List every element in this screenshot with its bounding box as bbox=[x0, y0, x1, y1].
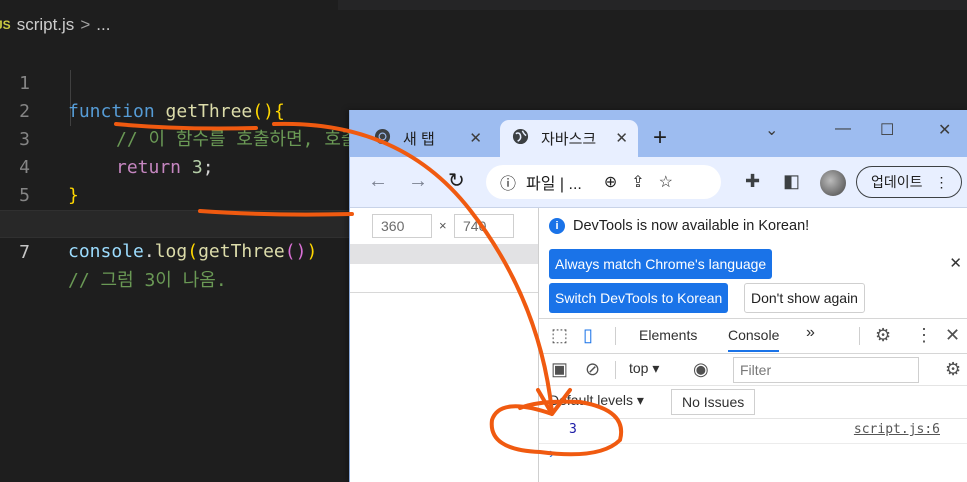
new-tab-plus-icon[interactable]: + bbox=[653, 126, 667, 150]
dimension-times: × bbox=[439, 218, 447, 233]
device-toggle-icon[interactable]: ▯ bbox=[583, 325, 593, 345]
settings-gear-icon[interactable]: ⚙ bbox=[875, 325, 891, 345]
update-label: 업데이트 bbox=[871, 174, 923, 190]
line-number: 7 bbox=[19, 242, 30, 263]
info-banner: i DevTools is now available in Korean! bbox=[549, 218, 809, 234]
sidebar-toggle-icon[interactable]: ▣ bbox=[551, 359, 568, 379]
divider bbox=[615, 361, 616, 379]
info-text: DevTools is now available in Korean! bbox=[573, 218, 810, 234]
divider bbox=[350, 292, 538, 293]
tab-console[interactable]: Console bbox=[728, 327, 780, 352]
code-text: console.log(getThree()) bbox=[68, 241, 318, 262]
maximize-icon[interactable]: ☐ bbox=[880, 120, 894, 140]
zoom-icon[interactable]: ⊕ bbox=[604, 172, 617, 192]
close-icon[interactable]: ✕ bbox=[949, 254, 962, 272]
code-comment: // 그럼 3이 나옴. bbox=[68, 270, 227, 291]
more-vert-icon[interactable]: ⋮ bbox=[915, 325, 933, 345]
avatar[interactable] bbox=[820, 170, 846, 196]
close-icon[interactable]: ✕ bbox=[945, 325, 960, 345]
bookmark-star-icon[interactable]: ☆ bbox=[659, 172, 673, 192]
no-issues-button[interactable]: No Issues bbox=[671, 389, 756, 415]
window-close-icon[interactable]: ✕ bbox=[938, 120, 951, 140]
share-icon[interactable]: ⇪ bbox=[631, 172, 644, 192]
editor-active-tab[interactable] bbox=[0, 0, 338, 10]
levels-dropdown[interactable]: Default levels ▾ bbox=[549, 392, 644, 409]
divider bbox=[859, 327, 860, 345]
info-icon[interactable]: ⓘ bbox=[500, 170, 516, 194]
devtools-panel: i DevTools is now available in Korean! ✕… bbox=[539, 208, 967, 482]
console-output-value: 3 bbox=[569, 422, 577, 437]
minimize-icon[interactable]: — bbox=[835, 120, 851, 138]
side-panel-icon[interactable]: ◧ bbox=[783, 171, 800, 191]
tab-new-tab[interactable]: 새 탭 ✕ bbox=[362, 120, 492, 157]
console-settings-gear-icon[interactable]: ⚙ bbox=[945, 359, 961, 379]
globe-icon bbox=[512, 128, 529, 149]
breadcrumb-more[interactable]: ... bbox=[96, 15, 110, 35]
close-icon[interactable]: ✕ bbox=[615, 129, 628, 147]
forward-arrow-icon[interactable]: → bbox=[408, 171, 428, 191]
chrome-icon bbox=[374, 128, 391, 149]
always-match-language-button[interactable]: Always match Chrome's language bbox=[549, 249, 773, 279]
filter-input[interactable]: Filter bbox=[733, 357, 919, 383]
console-toolbar: ▣ ⊘ top ▾ ◉ Filter ⚙ bbox=[539, 353, 967, 386]
title-bar: 새 탭 ✕ 자바스크 ✕ + ⌄ — ☐ ✕ bbox=[350, 110, 967, 157]
divider bbox=[615, 327, 616, 345]
dont-show-again-button[interactable]: Don't show again bbox=[744, 283, 865, 313]
device-ruler bbox=[350, 244, 538, 264]
chevron-down-icon[interactable]: ⌄ bbox=[765, 120, 778, 140]
extensions-puzzle-icon[interactable]: ✚ bbox=[745, 171, 760, 191]
source-link[interactable]: script.js:6 bbox=[854, 422, 940, 437]
eye-icon[interactable]: ◉ bbox=[693, 359, 709, 379]
chevron-right-icon: > bbox=[80, 15, 91, 34]
breadcrumb-file[interactable]: script.js bbox=[17, 15, 75, 35]
context-label: top bbox=[629, 360, 649, 376]
console-message: 3 script.js:6 bbox=[539, 419, 967, 444]
address-bar[interactable]: ⓘ 파일 | ... ⊕ ⇪ ☆ bbox=[486, 165, 721, 199]
breadcrumb: JS script.js > ... bbox=[0, 12, 110, 38]
switch-to-korean-button[interactable]: Switch DevTools to Korean bbox=[549, 283, 729, 313]
clear-console-icon[interactable]: ⊘ bbox=[585, 359, 600, 379]
tab-label: 자바스크 bbox=[541, 131, 597, 148]
code-line[interactable]: 1 function getThree(){ bbox=[0, 42, 967, 122]
tab-elements[interactable]: Elements bbox=[639, 327, 697, 343]
tab-javascript[interactable]: 자바스크 ✕ bbox=[500, 120, 638, 157]
more-tabs-icon[interactable]: » bbox=[806, 324, 815, 342]
console-prompt[interactable]: › bbox=[549, 445, 554, 463]
device-height-input[interactable]: 740 bbox=[454, 214, 514, 238]
device-toolbar: 360 × 740 bbox=[350, 208, 539, 482]
context-selector[interactable]: top ▾ bbox=[629, 360, 659, 377]
update-button[interactable]: 업데이트 ⋮ bbox=[856, 166, 962, 198]
reload-icon[interactable]: ↻ bbox=[448, 171, 465, 191]
browser-toolbar: ← → ↻ ⓘ 파일 | ... ⊕ ⇪ ☆ ✚ ◧ 업데이트 ⋮ bbox=[350, 157, 967, 208]
levels-bar: Default levels ▾ No Issues bbox=[539, 386, 967, 419]
info-icon: i bbox=[549, 218, 565, 234]
back-arrow-icon[interactable]: ← bbox=[368, 171, 388, 191]
chrome-window: 새 탭 ✕ 자바스크 ✕ + ⌄ — ☐ ✕ ← → ↻ ⓘ 파일 | ... … bbox=[349, 110, 967, 482]
device-width-input[interactable]: 360 bbox=[372, 214, 432, 238]
close-icon[interactable]: ✕ bbox=[469, 129, 482, 147]
editor-tab-strip bbox=[0, 0, 967, 10]
address-text: 파일 | ... bbox=[526, 176, 582, 193]
inspect-element-icon[interactable]: ⬚ bbox=[551, 325, 568, 345]
devtools-tab-bar: ⬚ ▯ Elements Console » ⚙ ⋮ ✕ bbox=[539, 318, 967, 354]
code-line[interactable]: 2 // 이 함수를 호출하면, 호출문이 3을 반환할 것! bbox=[0, 70, 967, 150]
js-file-icon: JS bbox=[0, 18, 11, 32]
more-vert-icon: ⋮ bbox=[934, 173, 949, 190]
tab-label: 새 탭 bbox=[403, 131, 435, 148]
levels-label: Default levels bbox=[549, 392, 634, 408]
